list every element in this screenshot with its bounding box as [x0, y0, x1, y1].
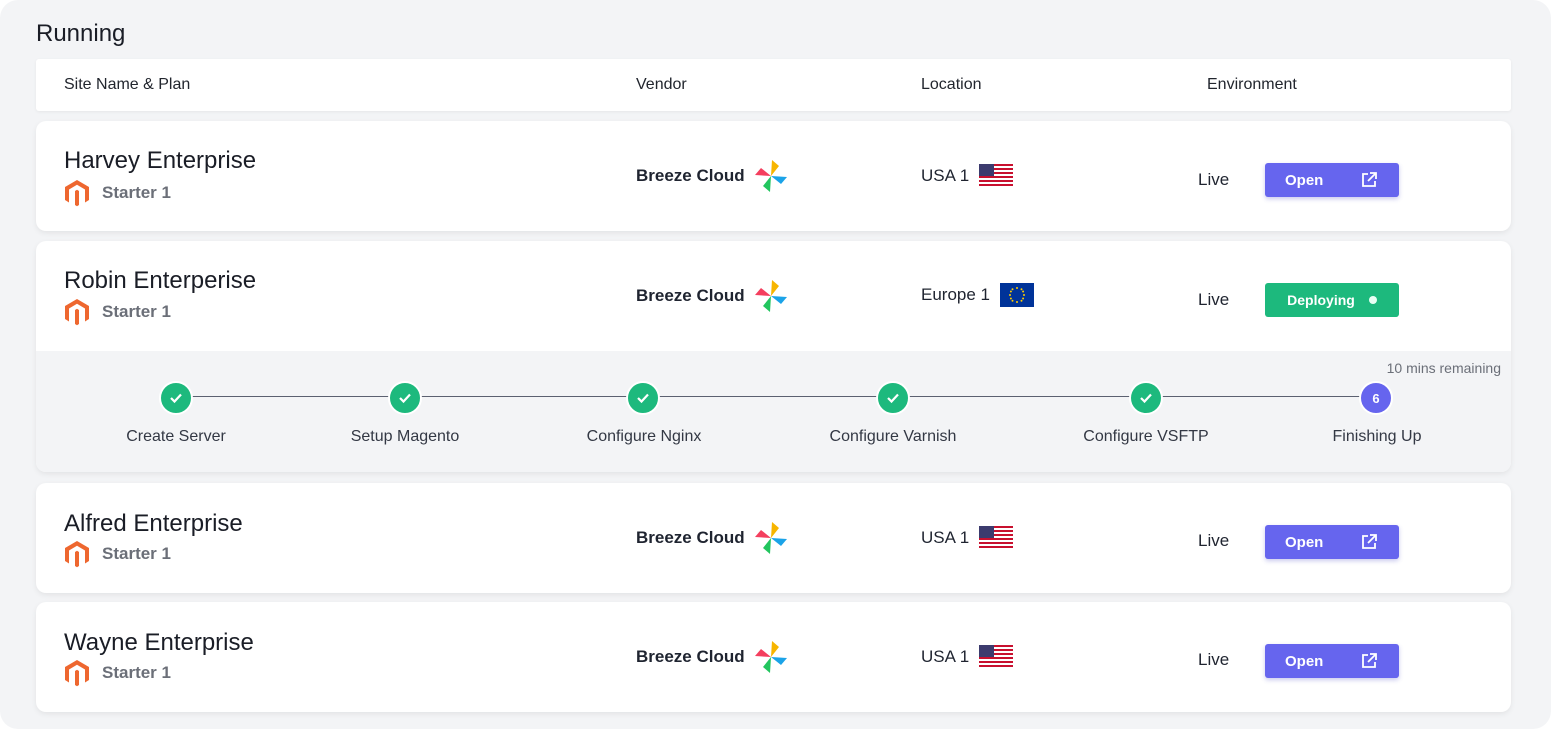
open-button-label: Open — [1285, 652, 1324, 670]
location-label: USA 1 — [921, 528, 970, 547]
plan-label: Starter 1 — [102, 544, 171, 563]
section-title: Running — [36, 20, 126, 47]
step-label: Configure Varnish — [829, 428, 957, 445]
step-finishing-up-number: 6 — [1359, 381, 1393, 415]
breeze-cloud-logo-icon — [754, 160, 787, 192]
open-button[interactable]: Open — [1265, 525, 1399, 559]
vendor: Breeze Cloud — [636, 278, 789, 314]
magento-icon — [65, 299, 89, 326]
vendor-label: Breeze Cloud — [636, 647, 745, 666]
breeze-cloud-logo-icon — [754, 522, 787, 554]
running-panel: Running Site Name & Plan Vendor Location… — [0, 0, 1551, 729]
site-name: Wayne Enterprise — [64, 629, 254, 656]
site-row-harvey[interactable]: Harvey Enterprise Starter 1 Breeze Cloud… — [36, 121, 1511, 231]
site-name: Alfred Enterprise — [64, 510, 243, 537]
external-link-icon — [1362, 653, 1377, 668]
step-configure-nginx-check-icon — [626, 381, 660, 415]
plan-label: Starter 1 — [102, 302, 171, 321]
vendor-label: Breeze Cloud — [636, 528, 745, 547]
environment: Live — [1198, 650, 1230, 669]
location: USA 1 — [921, 164, 1014, 188]
column-environment: Environment — [1207, 76, 1297, 93]
open-button[interactable]: Open — [1265, 644, 1399, 678]
time-remaining: 10 mins remaining — [1386, 360, 1501, 376]
site-name: Robin Enterperise — [64, 267, 257, 294]
plan: Starter 1 — [64, 179, 171, 207]
vendor-label: Breeze Cloud — [636, 286, 745, 305]
location: USA 1 — [921, 526, 1014, 550]
step-label: Finishing Up — [1332, 428, 1422, 445]
progress-track — [176, 396, 1376, 397]
plan: Starter 1 — [64, 659, 171, 687]
step-label: Configure Nginx — [586, 428, 702, 445]
step-label: Setup Magento — [350, 428, 460, 445]
site-row-alfred[interactable]: Alfred Enterprise Starter 1 Breeze Cloud… — [36, 483, 1511, 593]
vendor: Breeze Cloud — [636, 158, 789, 194]
environment: Live — [1198, 290, 1230, 309]
open-button-label: Open — [1285, 171, 1324, 189]
deployment-progress: 10 mins remaining 6 Create Server Setup … — [36, 351, 1511, 472]
us-flag-icon — [979, 526, 1014, 550]
deploying-button[interactable]: Deploying — [1265, 283, 1399, 317]
us-flag-icon — [979, 645, 1014, 669]
step-setup-magento-check-icon — [388, 381, 422, 415]
magento-icon — [65, 541, 89, 568]
status-dot-icon — [1368, 296, 1377, 304]
vendor: Breeze Cloud — [636, 639, 789, 675]
site-name: Harvey Enterprise — [64, 147, 257, 174]
column-location: Location — [921, 76, 982, 93]
open-button[interactable]: Open — [1265, 163, 1399, 197]
magento-icon — [65, 660, 89, 687]
external-link-icon — [1362, 534, 1377, 549]
environment: Live — [1198, 170, 1230, 189]
step-configure-varnish-check-icon — [876, 381, 910, 415]
open-button-label: Open — [1285, 533, 1324, 551]
location-label: USA 1 — [921, 166, 970, 185]
location: Europe 1 — [921, 283, 1034, 307]
column-vendor: Vendor — [636, 76, 687, 93]
location-label: Europe 1 — [921, 285, 990, 304]
plan: Starter 1 — [64, 540, 171, 568]
deploying-button-label: Deploying — [1287, 292, 1355, 308]
eu-flag-icon — [1000, 283, 1034, 307]
vendor: Breeze Cloud — [636, 520, 789, 556]
magento-icon — [65, 180, 89, 207]
step-create-server-check-icon — [159, 381, 193, 415]
vendor-label: Breeze Cloud — [636, 166, 745, 185]
location-label: USA 1 — [921, 647, 970, 666]
column-site-name: Site Name & Plan — [64, 76, 191, 93]
breeze-cloud-logo-icon — [754, 641, 787, 673]
site-row-wayne[interactable]: Wayne Enterprise Starter 1 Breeze Cloud … — [36, 602, 1511, 712]
table-header: Site Name & Plan Vendor Location Environ… — [36, 59, 1511, 111]
location: USA 1 — [921, 645, 1014, 669]
plan-label: Starter 1 — [102, 183, 171, 202]
step-label: Configure VSFTP — [1083, 428, 1209, 445]
environment: Live — [1198, 531, 1230, 550]
external-link-icon — [1362, 172, 1377, 187]
plan: Starter 1 — [64, 298, 171, 326]
step-configure-vsftp-check-icon — [1129, 381, 1163, 415]
step-label: Create Server — [126, 428, 226, 445]
us-flag-icon — [979, 164, 1014, 188]
plan-label: Starter 1 — [102, 663, 171, 682]
breeze-cloud-logo-icon — [754, 280, 787, 312]
